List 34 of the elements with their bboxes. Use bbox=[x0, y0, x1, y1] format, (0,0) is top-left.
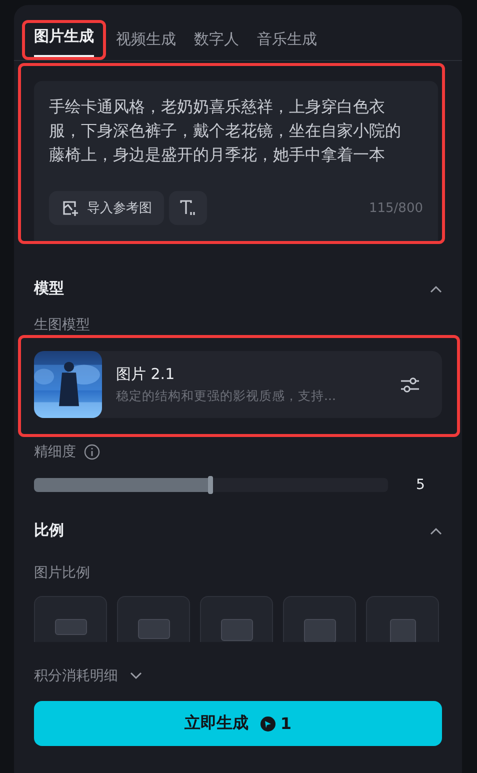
chevron-icon[interactable] bbox=[130, 672, 142, 680]
slider-handle[interactable] bbox=[208, 476, 213, 494]
model-description: 稳定的结构和更强的影视质感，支持... bbox=[116, 388, 337, 404]
prompt-field[interactable]: 手绘卡通风格，老奶奶喜乐慈祥，上身穿白色衣服，下身深色裤子，戴个老花镜，坐在自家小院的藤椅上，身边是盛开的月季花，她手中拿着一本 导入参考图 115/800 bbox=[34, 81, 438, 241]
chevron-icon[interactable] bbox=[430, 284, 442, 292]
aspect-ratio-icon bbox=[54, 619, 86, 635]
tab[interactable]: 数字人 bbox=[194, 30, 239, 60]
model-card[interactable]: 图片 2.1 稳定的结构和更强的影视质感，支持... bbox=[34, 351, 442, 418]
credit-icon bbox=[260, 716, 276, 732]
slider-value: 5 bbox=[416, 477, 425, 493]
model-name: 图片 2.1 bbox=[116, 364, 176, 384]
info-icon[interactable] bbox=[84, 444, 100, 460]
text-style-button[interactable] bbox=[169, 191, 207, 225]
generate-button[interactable]: 立即生成 1 bbox=[34, 701, 442, 746]
field-label: 精细度 bbox=[34, 443, 76, 461]
image-add-icon bbox=[61, 199, 79, 217]
prompt-text: 手绘卡通风格，老奶奶喜乐慈祥，上身穿白色衣服，下身深色裤子，戴个老花镜，坐在自家小院的藤椅上，身边是盛开的月季花，她手中拿着一本 bbox=[49, 96, 402, 166]
field-label: 生图模型 bbox=[34, 317, 91, 333]
tab[interactable]: 图片生成 bbox=[34, 27, 94, 57]
aspect-ratio-icon bbox=[220, 619, 252, 641]
chevron-icon[interactable] bbox=[430, 526, 442, 534]
field-label: 图片比例 bbox=[34, 564, 91, 582]
section-title: 比例 bbox=[34, 521, 64, 540]
tab[interactable]: 音乐生成 bbox=[257, 30, 317, 60]
character-counter: 115/800 bbox=[368, 200, 423, 216]
settings-icon[interactable] bbox=[400, 376, 420, 392]
cost-details-link[interactable]: 积分消耗明细 bbox=[34, 667, 118, 685]
aspect-ratio-icon bbox=[138, 619, 170, 639]
tab[interactable]: 视频生成 bbox=[116, 30, 176, 60]
reference-image-button[interactable]: 导入参考图 bbox=[49, 191, 164, 225]
text-icon bbox=[179, 199, 197, 217]
aspect-ratio-icon bbox=[390, 619, 416, 642]
aspect-ratio-icon bbox=[304, 619, 336, 642]
section-title: 模型 bbox=[34, 279, 64, 298]
